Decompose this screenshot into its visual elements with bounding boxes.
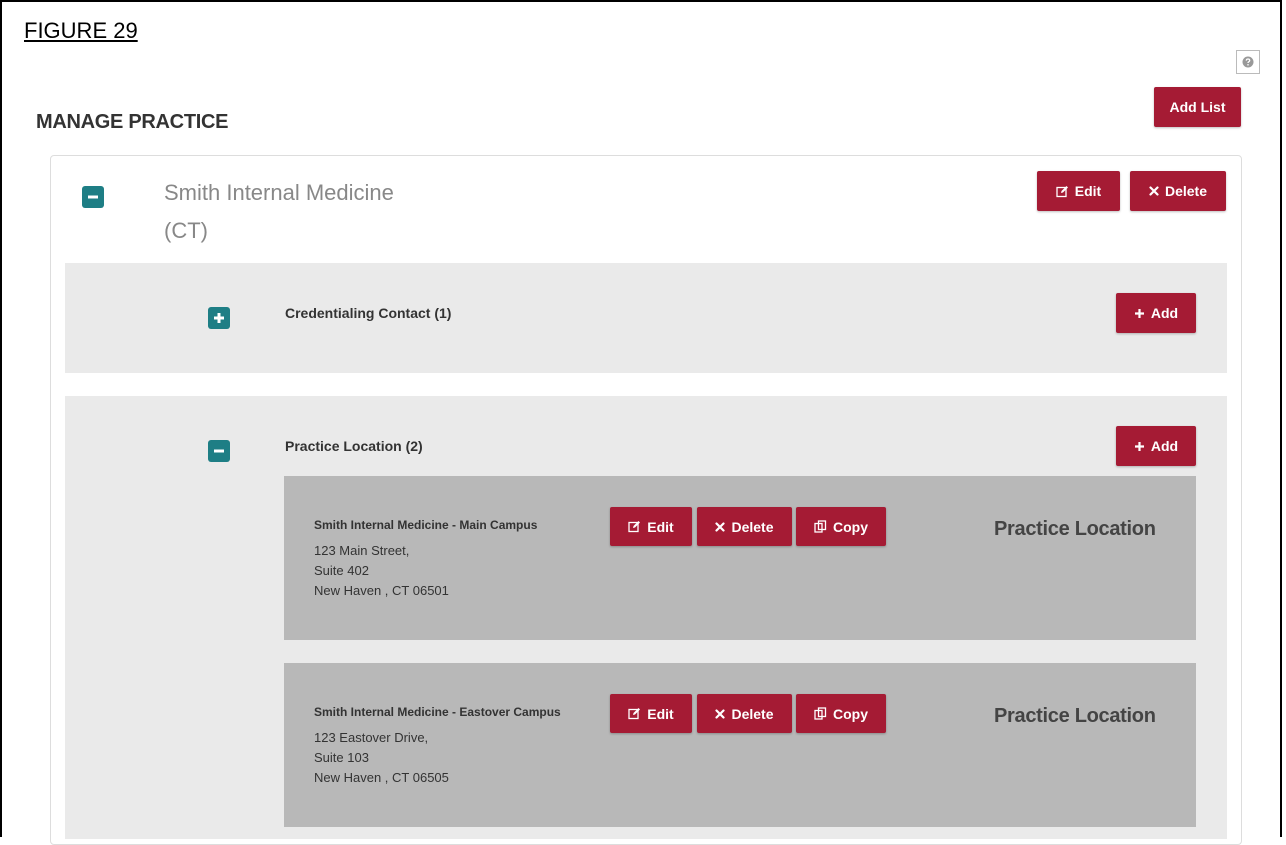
page-title: MANAGE PRACTICE — [36, 111, 229, 133]
location-name: Smith Internal Medicine - Main Campus — [314, 518, 538, 532]
credentialing-contact-title: Credentialing Contact (1) — [285, 305, 452, 321]
location-card: Smith Internal Medicine - Main Campus 12… — [284, 476, 1196, 640]
location-delete-label: Delete — [731, 518, 774, 535]
location-address-line3: New Haven , CT 06505 — [314, 770, 449, 785]
location-card: Smith Internal Medicine - Eastover Campu… — [284, 663, 1196, 827]
times-icon — [715, 521, 726, 532]
location-type-label: Practice Location — [994, 518, 1156, 540]
practice-name: Smith Internal Medicine (CT) — [164, 174, 484, 250]
practice-name-line1: Smith Internal Medicine — [164, 180, 394, 205]
practice-location-add-label: Add — [1150, 438, 1179, 454]
credentialing-contact-section — [65, 263, 1227, 373]
practice-edit-label: Edit — [1074, 183, 1102, 199]
help-button[interactable] — [1236, 50, 1260, 74]
times-icon — [1149, 186, 1159, 196]
location-delete-button[interactable]: Delete — [697, 507, 792, 546]
practice-location-collapse-toggle[interactable] — [208, 440, 230, 462]
location-edit-label: Edit — [647, 518, 674, 535]
credentialing-add-button[interactable]: Add — [1116, 293, 1196, 333]
practice-location-title: Practice Location (2) — [285, 438, 423, 454]
location-edit-button[interactable]: Edit — [610, 507, 692, 546]
location-delete-label: Delete — [731, 705, 774, 722]
edit-icon — [1056, 185, 1068, 197]
credentialing-add-label: Add — [1150, 305, 1179, 321]
location-edit-button[interactable]: Edit — [610, 694, 692, 733]
copy-icon — [814, 520, 827, 533]
add-list-label: Add List — [1169, 99, 1226, 115]
location-copy-button[interactable]: Copy — [796, 694, 886, 733]
practice-delete-button[interactable]: Delete — [1130, 171, 1226, 211]
location-address-line1: 123 Main Street, — [314, 543, 410, 558]
location-address-line2: Suite 103 — [314, 750, 369, 765]
location-copy-label: Copy — [833, 518, 868, 535]
minus-square-icon — [214, 449, 224, 453]
figure-label: FIGURE 29 — [24, 18, 138, 43]
practice-delete-label: Delete — [1164, 183, 1208, 199]
practice-name-line2: (CT) — [164, 218, 208, 243]
minus-square-icon — [88, 195, 98, 199]
location-delete-button[interactable]: Delete — [697, 694, 792, 733]
location-name: Smith Internal Medicine - Eastover Campu… — [314, 705, 561, 719]
add-list-button[interactable]: Add List — [1154, 87, 1241, 127]
plus-icon — [1134, 441, 1144, 451]
times-icon — [715, 708, 726, 719]
copy-icon — [814, 707, 827, 720]
location-edit-label: Edit — [647, 705, 674, 722]
question-icon — [1242, 56, 1254, 68]
practice-collapse-toggle[interactable] — [82, 186, 104, 208]
practice-location-add-button[interactable]: Add — [1116, 426, 1196, 466]
plus-icon — [1134, 308, 1144, 318]
edit-icon — [628, 708, 641, 720]
location-copy-label: Copy — [833, 705, 868, 722]
location-address-line3: New Haven , CT 06501 — [314, 583, 449, 598]
credentialing-expand-toggle[interactable] — [208, 307, 230, 329]
location-type-label: Practice Location — [994, 705, 1156, 727]
plus-square-icon — [214, 313, 224, 323]
edit-icon — [628, 521, 641, 533]
location-address-line2: Suite 402 — [314, 563, 369, 578]
location-address-line1: 123 Eastover Drive, — [314, 730, 429, 745]
location-copy-button[interactable]: Copy — [796, 507, 886, 546]
practice-edit-button[interactable]: Edit — [1037, 171, 1120, 211]
